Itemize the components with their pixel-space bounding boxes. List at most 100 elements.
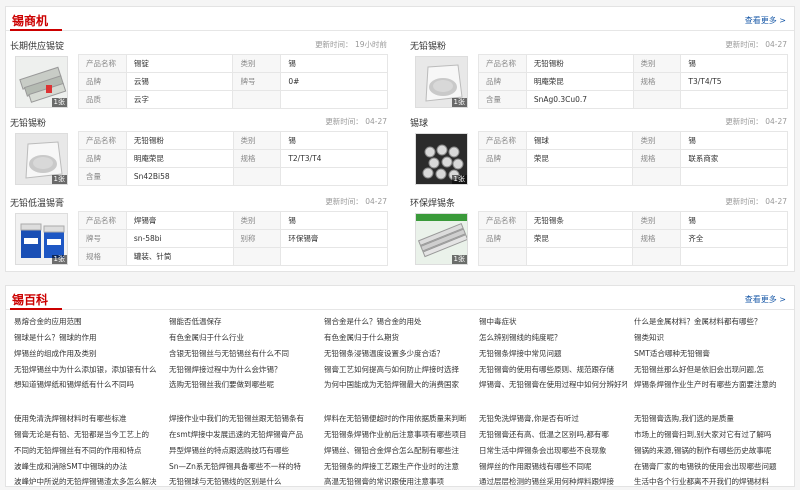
article-link[interactable]: 无铅锡膏选购,我们选的是质量 (634, 413, 782, 425)
article-link[interactable]: 锡锅的来源,锡锅的制作有哪些历史故事呢 (634, 445, 782, 457)
article-link[interactable]: 锡焊丝的作用跟锡线有哪些不同呢 (479, 461, 627, 473)
article-link[interactable]: 无铅锡膏还有高、低温之区别吗,都有哪 (479, 429, 627, 441)
spec-key: 产品名称 (478, 211, 527, 230)
spec-value: T2/T3/T4 (280, 149, 388, 168)
article-link[interactable]: 焊锡条焊锡作业生产时有哪些方面要注意的 (634, 379, 782, 391)
product-image[interactable]: 1张 (415, 213, 468, 265)
article-link[interactable]: 焊料在无铅锡便超时的作用依据质量来判断 (324, 413, 472, 425)
spec-key: 类别 (232, 211, 282, 230)
spec-key: 产品名称 (78, 211, 127, 230)
article-link[interactable]: 高温无铅锡膏的常识跟使用注意事项 (324, 476, 472, 488)
product-card[interactable]: 无铅锡粉 更新时间： 04-27 1张 产品名称 无铅锡粉 类别锡品牌 明庵荣昆 规格 T2/T… (6, 114, 391, 194)
product-card[interactable]: 无铅低温锡膏 更新时间： 04-27 1张 产品名称 焊锡膏 类别锡牌号 sn-58bi 别称… (6, 194, 391, 274)
article-link[interactable]: 怎么辨别锡线的纯度呢？ (479, 332, 627, 344)
spec-key: 类别 (232, 54, 282, 73)
article-link[interactable]: 无铅锡条焊接中常见问题 (479, 348, 627, 360)
product-title[interactable]: 无铅锡粉 (10, 116, 46, 129)
spec-row: 品牌 明庵荣昆 规格 T3/T4/T5 (478, 72, 788, 91)
article-link[interactable]: 为何中国能成为无铅焊锡最大的消费国家 (324, 379, 472, 391)
article-link[interactable]: 易熔合金的应用范围 (14, 316, 162, 328)
spec-value: 锡锭 (125, 54, 234, 73)
article-link[interactable]: 选购无铅锡丝我们要做到哪些呢 (169, 379, 317, 391)
article-link[interactable]: 无铅锡条的焊接工艺跟生产作业时的注意 (324, 461, 472, 473)
article-row (14, 395, 794, 407)
article-link[interactable]: 焊锡膏、无铅锡膏在使用过程中如何分辨好坏 (479, 379, 627, 391)
article-link[interactable]: 锡类知识 (634, 332, 782, 344)
spec-value: T3/T4/T5 (680, 72, 788, 91)
article-link[interactable]: 无铅锡球与无铅锡线的区别是什么 (169, 476, 317, 488)
article-link[interactable]: 无铅锡条浸锡温度设置多少度合适？ (324, 348, 472, 360)
update-time: 更新时间： 19小时前 (315, 40, 387, 49)
image-count-badge: 1张 (451, 175, 467, 184)
article-link[interactable]: 锡膏工艺如何提高与如何防止焊接时选择 (324, 364, 472, 376)
product-card[interactable]: 锡球 更新时间： 04-27 1张 产品名称 锡球 类别锡品牌 荣昆 规格 联系商家 (406, 114, 791, 194)
product-title[interactable]: 环保焊锡条 (410, 196, 455, 209)
article-link[interactable]: 无铅焊锡丝中为什么添加银，添加银有什么 (14, 364, 162, 376)
article-row: 锡球是什么？锡球的作用 有色金属归于什么行业 有色金属归于什么期货 怎么辨别锡线的纯度… (14, 332, 794, 344)
article-link[interactable]: 波峰生成和消除SMT中锡珠的办法 (14, 461, 162, 473)
product-title[interactable]: 锡球 (410, 116, 428, 129)
article-link[interactable]: 在锡膏厂家的电锡铁的使用会出现哪些问题 (634, 461, 782, 473)
article-link[interactable]: 什么是金属材料？金属材料都有哪些？ (634, 316, 782, 328)
article-link[interactable]: 日常生活中焊锡条会出现哪些不良现象 (479, 445, 627, 457)
article-row: 锡膏无论是有铅、无铅都是当今工艺上的 在smt焊接中发展迅速的无铅焊锡膏产品 无铅锡… (14, 429, 794, 441)
article-link[interactable]: 波峰炉中所说的无铅焊锡锡渣太多怎么解决 (14, 476, 162, 488)
article-link[interactable]: 锡膏无论是有铅、无铅都是当今工艺上的 (14, 429, 162, 441)
article-link[interactable]: 使用免清洗焊锡材料时有哪些标准 (14, 413, 162, 425)
spec-row: 规格 罐装、针筒 (78, 247, 388, 266)
article-link[interactable]: 无铅锡条焊锡作业前后注意事项有哪些项目 (324, 429, 472, 441)
product-image[interactable]: 1张 (15, 213, 68, 265)
article-link[interactable]: 想知道锡焊纸和锡焊纸有什么不同吗 (14, 379, 162, 391)
spec-value: 荣昆 (525, 229, 634, 248)
article-row: 不同的无铅焊锡丝有不同的作用和特点 异型焊锡丝的特点跟选购技巧有哪些 焊锡丝、锡铅合… (14, 445, 794, 457)
product-card[interactable]: 环保焊锡条 更新时间： 04-27 1张 产品名称 无铅锡条 类别锡品牌 荣昆 规格 齐全 (406, 194, 791, 274)
product-card[interactable]: 长期供应锡锭 更新时间： 19小时前 1张 产品名称 锡锭 类别锡品牌 云锡 牌号 0# 品质 云字 (6, 37, 391, 117)
view-more-link[interactable]: 查看更多 > (745, 294, 786, 305)
product-image[interactable]: 1张 (15, 133, 68, 185)
article-link[interactable]: 无铅免洗焊锡膏,你是否有听过 (479, 413, 627, 425)
article-link[interactable]: 市场上的锡膏扫到,别大家对它有过了解吗 (634, 429, 782, 441)
article-link[interactable]: 生活中各个行业都离不开我们的焊锡材料 (634, 476, 782, 488)
article-link[interactable]: 含银无铅锡丝与无铅锡丝有什么不同 (169, 348, 317, 360)
article-link[interactable]: 有色金属归于什么期货 (324, 332, 472, 344)
article-link[interactable]: 焊接作业中我们的无铅锡丝跟无铅锡条有 (169, 413, 317, 425)
article-link[interactable]: 锡合金是什么？锡合金的用处 (324, 316, 472, 328)
article-link[interactable]: 锡能否低温保存 (169, 316, 317, 328)
article-link[interactable]: 异型焊锡丝的特点跟选购技巧有哪些 (169, 445, 317, 457)
article-link[interactable]: 无铅锡焊接过程中为什么会炸锡？ (169, 364, 317, 376)
product-image[interactable]: 1张 (415, 133, 468, 185)
article-link[interactable]: Sn—Zn系无铅焊锡具备哪些不一样的特 (169, 461, 317, 473)
article-link[interactable]: 锡中毒症状 (479, 316, 627, 328)
article-link[interactable]: 无铅锡丝那么好但是依旧会出现问题,怎 (634, 364, 782, 376)
spec-key: 产品名称 (478, 54, 527, 73)
article-link[interactable]: 在smt焊接中发展迅速的无铅焊锡膏产品 (169, 429, 317, 441)
spec-row: 牌号 sn-58bi 别称 环保锡膏 (78, 229, 388, 248)
baike-section: 锡百科 查看更多 > 易熔合金的应用范围 锡能否低温保存 锡合金是什么？锡合金的用处… (5, 285, 795, 487)
article-link[interactable]: 焊锡丝、锡铅合金焊合怎么配制有哪些注 (324, 445, 472, 457)
image-count-badge: 1张 (51, 175, 67, 184)
product-spec-table: 产品名称 无铅锡条 类别锡品牌 荣昆 规格 齐全 (478, 211, 788, 266)
spec-value: 云字 (125, 90, 234, 109)
product-title[interactable]: 无铅低温锡膏 (10, 196, 64, 209)
article-row: 无铅焊锡丝中为什么添加银，添加银有什么 无铅锡焊接过程中为什么会炸锡？ 锡膏工艺如何… (14, 364, 794, 376)
product-title[interactable]: 无铅锡粉 (410, 39, 446, 52)
article-link[interactable]: 有色金属归于什么行业 (169, 332, 317, 344)
article-link[interactable]: 锡球是什么？锡球的作用 (14, 332, 162, 344)
spec-value: SnAg0.3Cu0.7 (525, 90, 634, 109)
image-count-badge: 1张 (451, 98, 467, 107)
product-card[interactable]: 无铅锡粉 更新时间： 04-27 1张 产品名称 无铅锡粉 类别锡品牌 明庵荣昆 规格 T3/T… (406, 37, 791, 117)
view-more-link[interactable]: 查看更多 > (745, 15, 786, 26)
spec-value: 焊锡膏 (125, 211, 234, 230)
article-link[interactable]: 焊锡丝的组成作用及类别 (14, 348, 162, 360)
article-link[interactable]: 无铅锡膏的使用有哪些原则、规范跟存储 (479, 364, 627, 376)
section-title: 锡商机 (12, 14, 49, 28)
spec-row: 产品名称 无铅锡粉 类别锡 (78, 131, 388, 150)
product-image[interactable]: 1张 (415, 56, 468, 108)
article-link[interactable]: 通过层层检测的锡丝采用何种焊料跟焊接 (479, 476, 627, 488)
product-spec-table: 产品名称 无铅锡粉 类别锡品牌 明庵荣昆 规格 T2/T3/T4 含量 Sn42Bi58 (78, 131, 388, 186)
product-title[interactable]: 长期供应锡锭 (10, 39, 64, 52)
product-image[interactable]: 1张 (15, 56, 68, 108)
article-link[interactable]: SMT适合哪种无铅锡膏 (634, 348, 782, 360)
spec-key: 类别 (632, 54, 682, 73)
article-link[interactable]: 不同的无铅焊锡丝有不同的作用和特点 (14, 445, 162, 457)
